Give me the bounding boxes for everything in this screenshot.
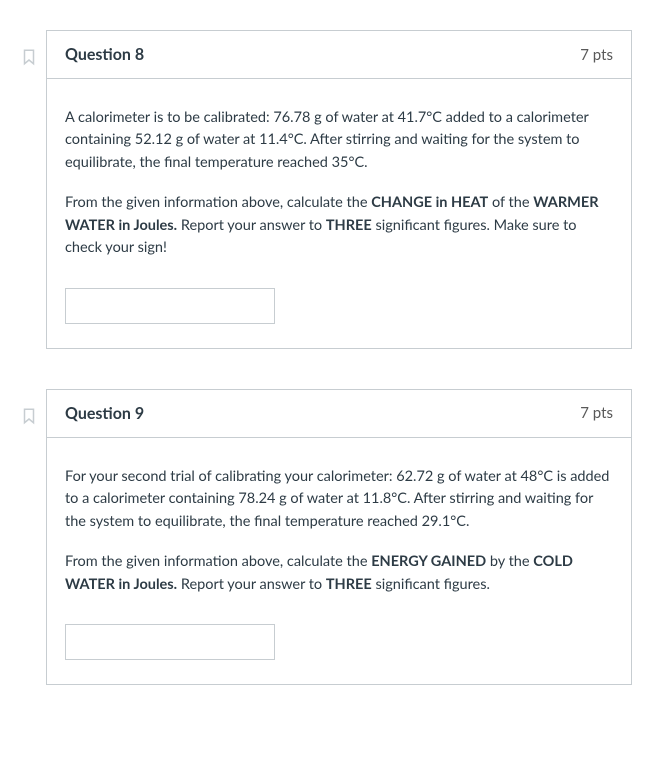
question-block: Question 9 7 pts For your second trial o… xyxy=(20,389,632,685)
question-paragraph: From the given information above, calcul… xyxy=(65,551,613,596)
bookmark-icon[interactable] xyxy=(20,407,38,425)
text-bold: THREE xyxy=(326,217,372,234)
question-header: Question 9 7 pts xyxy=(47,390,631,438)
question-body: For your second trial of calibrating you… xyxy=(47,438,631,684)
question-paragraph: From the given information above, calcul… xyxy=(65,192,613,259)
text-fragment: Report your answer to xyxy=(177,217,326,234)
text-fragment: From the given information above, calcul… xyxy=(65,553,371,570)
answer-input[interactable] xyxy=(65,288,275,324)
text-bold: CHANGE in HEAT xyxy=(371,194,488,211)
question-points: 7 pts xyxy=(580,46,613,64)
question-title: Question 8 xyxy=(65,45,144,64)
question-title: Question 9 xyxy=(65,404,144,423)
question-card: Question 9 7 pts For your second trial o… xyxy=(46,389,632,685)
text-fragment: From the given information above, calcul… xyxy=(65,194,371,211)
text-fragment: significant figures. xyxy=(372,576,490,593)
text-fragment: by the xyxy=(486,553,533,570)
text-fragment: of the xyxy=(488,194,533,211)
question-points: 7 pts xyxy=(580,404,613,422)
question-card: Question 8 7 pts A calorimeter is to be … xyxy=(46,30,632,349)
text-bold: ENERGY GAINED xyxy=(371,553,486,570)
text-bold: THREE xyxy=(326,576,372,593)
answer-input[interactable] xyxy=(65,624,275,660)
bookmark-icon[interactable] xyxy=(20,48,38,66)
question-block: Question 8 7 pts A calorimeter is to be … xyxy=(20,30,632,349)
question-body: A calorimeter is to be calibrated: 76.78… xyxy=(47,79,631,348)
text-fragment: Report your answer to xyxy=(177,576,326,593)
question-paragraph: A calorimeter is to be calibrated: 76.78… xyxy=(65,107,613,174)
question-header: Question 8 7 pts xyxy=(47,31,631,79)
question-paragraph: For your second trial of calibrating you… xyxy=(65,466,613,533)
